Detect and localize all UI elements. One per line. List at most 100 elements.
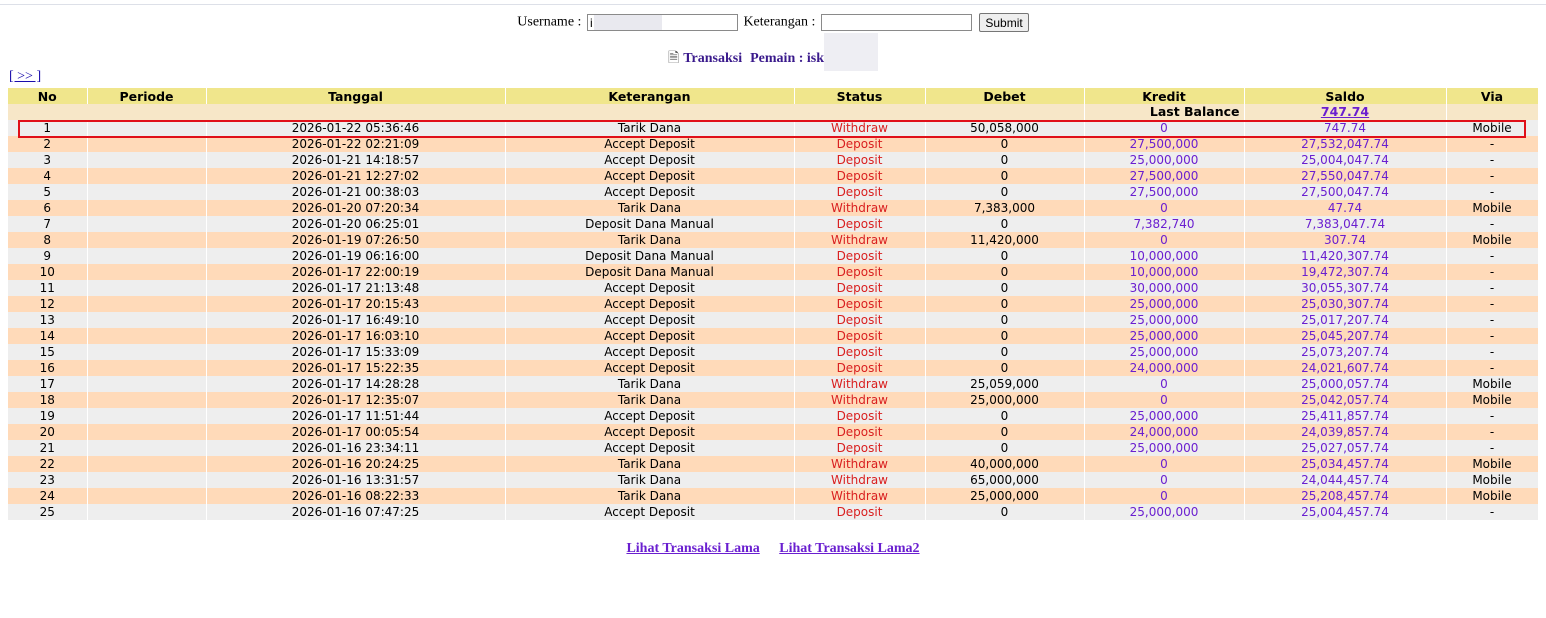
cell-tanggal: 2026-01-21 00:38:03 bbox=[206, 184, 506, 200]
cell-status: Deposit bbox=[794, 424, 926, 440]
table-row[interactable]: 4 2026-01-21 12:27:02 Accept Deposit Deposi… bbox=[8, 168, 1539, 184]
cell-status: Deposit bbox=[794, 360, 926, 376]
cell-saldo: 25,411,857.74 bbox=[1244, 408, 1447, 424]
table-row[interactable]: 23 2026-01-16 13:31:57 Tarik Dana Withdraw 6… bbox=[8, 472, 1539, 488]
cell-debet: 0 bbox=[925, 328, 1085, 344]
cell-keterangan: Tarik Dana bbox=[505, 120, 795, 136]
next-page-link[interactable]: [ >> ] bbox=[9, 69, 41, 85]
old-transactions-link[interactable]: Lihat Transaksi Lama bbox=[626, 541, 759, 556]
table-row[interactable]: 3 2026-01-21 14:18:57 Accept Deposit Deposi… bbox=[8, 152, 1539, 168]
cell-kredit: 25,000,000 bbox=[1084, 312, 1245, 328]
cell-keterangan: Accept Deposit bbox=[505, 504, 795, 520]
cell-debet: 0 bbox=[925, 360, 1085, 376]
table-row[interactable]: 19 2026-01-17 11:51:44 Accept Deposit Depos… bbox=[8, 408, 1539, 424]
username-label: Username : bbox=[517, 14, 582, 30]
transaction-table: No Periode Tanggal Keterangan Status Deb… bbox=[8, 88, 1539, 520]
cell-saldo: 30,055,307.74 bbox=[1244, 280, 1447, 296]
cell-keterangan: Tarik Dana bbox=[505, 200, 795, 216]
cell-tanggal: 2026-01-17 14:28:28 bbox=[206, 376, 506, 392]
cell-saldo: 25,017,207.74 bbox=[1244, 312, 1447, 328]
old-transactions2-link[interactable]: Lihat Transaksi Lama2 bbox=[779, 541, 919, 556]
cell-kredit: 27,500,000 bbox=[1084, 168, 1245, 184]
table-row[interactable]: 10 2026-01-17 22:00:19 Deposit Dana Manual… bbox=[8, 264, 1539, 280]
cell-periode bbox=[87, 184, 207, 200]
col-header-keterangan[interactable]: Keterangan bbox=[505, 88, 795, 104]
cell-status: Withdraw bbox=[794, 472, 926, 488]
cell-saldo: 19,472,307.74 bbox=[1244, 264, 1447, 280]
cell-tanggal: 2026-01-22 05:36:46 bbox=[206, 120, 506, 136]
last-balance-value: 747.74 bbox=[1244, 104, 1447, 120]
cell-no: 23 bbox=[8, 472, 88, 488]
col-header-via[interactable]: Via bbox=[1446, 88, 1539, 104]
cell-keterangan: Accept Deposit bbox=[505, 440, 795, 456]
table-row[interactable]: 12 2026-01-17 20:15:43 Accept Deposit Depos… bbox=[8, 296, 1539, 312]
col-header-saldo[interactable]: Saldo bbox=[1244, 88, 1447, 104]
table-row[interactable]: 14 2026-01-17 16:03:10 Accept Deposit Depos… bbox=[8, 328, 1539, 344]
col-header-periode[interactable]: Periode bbox=[87, 88, 207, 104]
table-row[interactable]: 24 2026-01-16 08:22:33 Tarik Dana Withdraw 2… bbox=[8, 488, 1539, 504]
cell-saldo: 25,027,057.74 bbox=[1244, 440, 1447, 456]
cell-via: - bbox=[1446, 504, 1539, 520]
table-row[interactable]: 18 2026-01-17 12:35:07 Tarik Dana Withdraw 2… bbox=[8, 392, 1539, 408]
footer-links: Lihat Transaksi Lama Lihat Transaksi Lam… bbox=[0, 541, 1546, 557]
cell-tanggal: 2026-01-17 16:49:10 bbox=[206, 312, 506, 328]
table-row[interactable]: 6 2026-01-20 07:20:34 Tarik Dana Withdraw 7,… bbox=[8, 200, 1539, 216]
table-row[interactable]: 15 2026-01-17 15:33:09 Accept Deposit Depos… bbox=[8, 344, 1539, 360]
table-row[interactable]: 7 2026-01-20 06:25:01 Deposit Dana Manual D… bbox=[8, 216, 1539, 232]
table-row[interactable]: 8 2026-01-19 07:26:50 Tarik Dana Withdraw 11… bbox=[8, 232, 1539, 248]
table-row[interactable]: 21 2026-01-16 23:34:11 Accept Deposit Depos… bbox=[8, 440, 1539, 456]
cell-keterangan: Accept Deposit bbox=[505, 152, 795, 168]
cell-via: Mobile bbox=[1446, 488, 1539, 504]
cell-debet: 0 bbox=[925, 504, 1085, 520]
table-row[interactable]: 25 2026-01-16 07:47:25 Accept Deposit Depos… bbox=[8, 504, 1539, 520]
cell-periode bbox=[87, 440, 207, 456]
table-row[interactable]: 22 2026-01-16 20:24:25 Tarik Dana Withdraw 4… bbox=[8, 456, 1539, 472]
cell-kredit: 0 bbox=[1084, 488, 1245, 504]
cell-tanggal: 2026-01-21 14:18:57 bbox=[206, 152, 506, 168]
table-row[interactable]: 5 2026-01-21 00:38:03 Accept Deposit Deposi… bbox=[8, 184, 1539, 200]
cell-kredit: 25,000,000 bbox=[1084, 440, 1245, 456]
cell-kredit: 25,000,000 bbox=[1084, 504, 1245, 520]
cell-tanggal: 2026-01-17 16:03:10 bbox=[206, 328, 506, 344]
col-header-status[interactable]: Status bbox=[794, 88, 926, 104]
cell-periode bbox=[87, 472, 207, 488]
cell-saldo: 11,420,307.74 bbox=[1244, 248, 1447, 264]
cell-kredit: 30,000,000 bbox=[1084, 280, 1245, 296]
cell-status: Deposit bbox=[794, 440, 926, 456]
cell-tanggal: 2026-01-16 13:31:57 bbox=[206, 472, 506, 488]
col-header-debet[interactable]: Debet bbox=[925, 88, 1085, 104]
table-row[interactable]: 11 2026-01-17 21:13:48 Accept Deposit Depos… bbox=[8, 280, 1539, 296]
col-header-kredit[interactable]: Kredit bbox=[1084, 88, 1245, 104]
cell-periode bbox=[87, 200, 207, 216]
col-header-tanggal[interactable]: Tanggal bbox=[206, 88, 506, 104]
table-row[interactable]: 1 2026-01-22 05:36:46 Tarik Dana Withdraw 50… bbox=[8, 120, 1539, 136]
cell-via: - bbox=[1446, 264, 1539, 280]
cell-keterangan: Tarik Dana bbox=[505, 472, 795, 488]
cell-via: - bbox=[1446, 248, 1539, 264]
cell-status: Withdraw bbox=[794, 200, 926, 216]
cell-debet: 25,059,000 bbox=[925, 376, 1085, 392]
table-row[interactable]: 9 2026-01-19 06:16:00 Deposit Dana Manual D… bbox=[8, 248, 1539, 264]
cell-debet: 25,000,000 bbox=[925, 488, 1085, 504]
keterangan-input[interactable] bbox=[820, 14, 972, 31]
submit-button[interactable]: Submit bbox=[979, 13, 1029, 32]
cell-status: Withdraw bbox=[794, 376, 926, 392]
cell-kredit: 0 bbox=[1084, 472, 1245, 488]
cell-debet: 0 bbox=[925, 280, 1085, 296]
cell-no: 12 bbox=[8, 296, 88, 312]
col-header-no[interactable]: No bbox=[8, 88, 88, 104]
table-row[interactable]: 16 2026-01-17 15:22:35 Accept Deposit Depos… bbox=[8, 360, 1539, 376]
table-row[interactable]: 17 2026-01-17 14:28:28 Tarik Dana Withdraw 2… bbox=[8, 376, 1539, 392]
table-row[interactable]: 13 2026-01-17 16:49:10 Accept Deposit Depos… bbox=[8, 312, 1539, 328]
cell-status: Deposit bbox=[794, 168, 926, 184]
cell-no: 6 bbox=[8, 200, 88, 216]
last-balance-row: Last Balance 747.74 bbox=[8, 104, 1539, 120]
cell-keterangan: Accept Deposit bbox=[505, 168, 795, 184]
table-row[interactable]: 2 2026-01-22 02:21:09 Accept Deposit Deposi… bbox=[8, 136, 1539, 152]
cell-tanggal: 2026-01-16 23:34:11 bbox=[206, 440, 506, 456]
table-row[interactable]: 20 2026-01-17 00:05:54 Accept Deposit Depos… bbox=[8, 424, 1539, 440]
username-input[interactable] bbox=[586, 14, 738, 31]
cell-via: - bbox=[1446, 328, 1539, 344]
cell-periode bbox=[87, 328, 207, 344]
cell-tanggal: 2026-01-22 02:21:09 bbox=[206, 136, 506, 152]
